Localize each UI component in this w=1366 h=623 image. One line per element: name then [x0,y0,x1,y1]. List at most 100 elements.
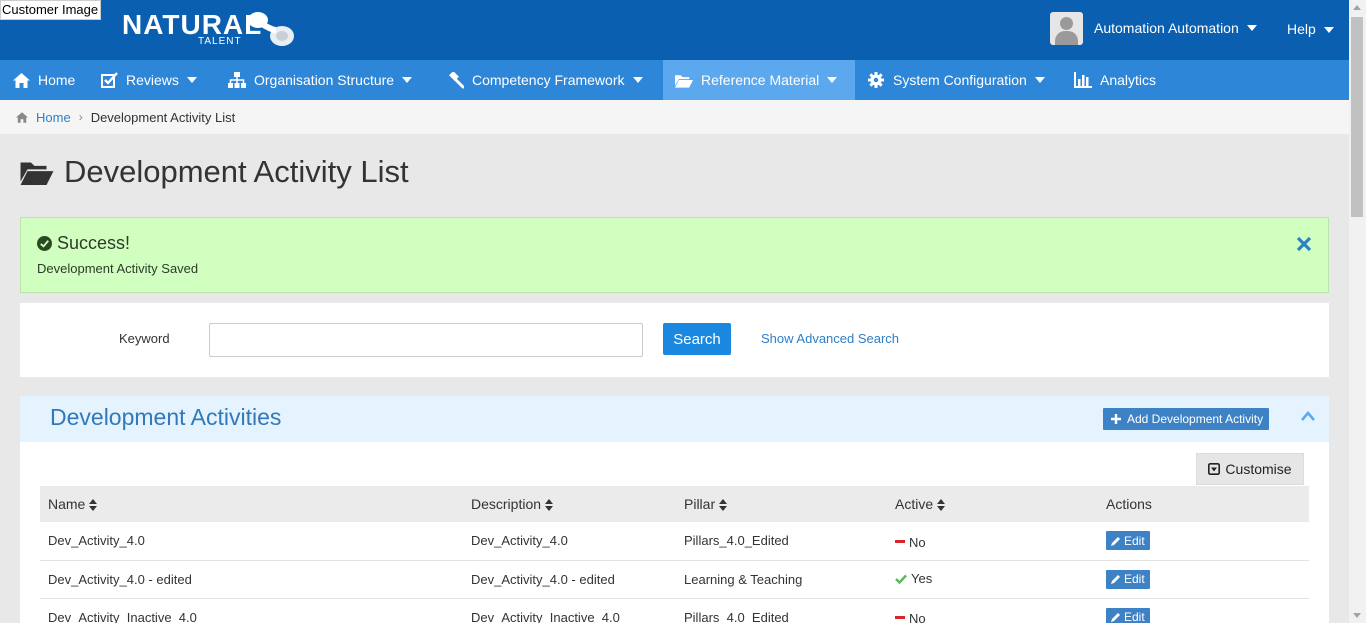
nav-item-competency-framework[interactable]: Competency Framework [434,60,663,100]
nav-label: Home [38,72,76,88]
chevron-down-icon [1034,77,1045,83]
breadcrumb: Home › Development Activity List [0,100,1349,134]
keyword-input[interactable] [209,323,643,357]
table-row: Dev_Activity_Inactive_4.0 Dev_Activity_I… [40,598,1309,623]
add-button-label: Add Development Activity [1127,412,1264,426]
logo-swirl-icon [248,12,294,46]
column-header-actions: Actions [1098,486,1309,522]
nav-label: Competency Framework [472,72,625,88]
nav-label: Analytics [1100,72,1157,88]
cell-actions: Edit [1098,522,1309,561]
logo-subtitle: TALENT [198,36,242,47]
caret-square-down-icon [1208,463,1221,475]
check-icon [895,574,907,584]
page-title-text: Development Activity List [64,154,409,189]
top-header: NATURAL TALENT Automation Automation Hel… [0,0,1349,60]
plus-icon [1111,414,1121,424]
search-panel: Keyword Search Show Advanced Search [20,303,1329,377]
add-development-activity-button[interactable]: Add Development Activity [1103,408,1270,430]
gear-icon [867,71,885,89]
customise-button[interactable]: Customise [1196,453,1304,485]
nav-item-reference-material[interactable]: Reference Material [663,60,855,100]
sort-icon [545,499,554,512]
natural-talent-logo[interactable]: NATURAL TALENT [122,8,302,52]
cell-actions: Edit [1098,598,1309,623]
cell-description: Dev_Activity_4.0 - edited [463,560,676,599]
sort-icon [89,499,98,512]
customise-label: Customise [1225,461,1292,477]
home-icon [16,111,28,123]
keyword-label: Keyword [119,331,170,346]
nav-item-reviews[interactable]: Reviews [88,60,216,100]
table-row: Dev_Activity_4.0 Dev_Activity_4.0 Pillar… [40,522,1309,561]
chevron-down-icon [402,77,413,83]
check-circle-icon [37,236,52,251]
column-header-active[interactable]: Active [887,486,1098,522]
edit-button[interactable]: Edit [1106,607,1150,623]
table-row: Dev_Activity_4.0 - edited Dev_Activity_4… [40,560,1309,599]
cell-pillar: Learning & Teaching [676,560,887,599]
nav-label: Reviews [126,72,179,88]
chevron-down-icon [632,77,643,83]
column-header-pillar[interactable]: Pillar [676,486,887,522]
nav-item-analytics[interactable]: Analytics [1062,60,1172,100]
chevron-down-icon [1246,25,1257,31]
minus-icon [895,616,905,620]
alert-title: Success! [37,233,130,254]
scroll-down-icon[interactable] [1353,613,1361,618]
minus-icon [895,540,905,543]
chevron-down-icon [186,77,197,83]
breadcrumb-separator-icon: › [78,110,83,124]
gavel-icon [446,71,464,89]
pencil-icon [1111,613,1120,622]
edit-button[interactable]: Edit [1106,531,1150,551]
sort-icon [937,499,946,512]
nav-item-organisation-structure[interactable]: Organisation Structure [216,60,434,100]
customer-image-label: Customer Image [0,0,102,20]
nav-item-system-configuration[interactable]: System Configuration [855,60,1062,100]
scrollbar-thumb[interactable] [1351,17,1363,217]
column-header-description[interactable]: Description [463,486,676,522]
column-header-name[interactable]: Name [40,486,463,522]
folder-open-icon [675,71,693,89]
avatar [1050,11,1083,45]
development-activity-table: Name Description Pillar Active Actions D… [40,486,1309,623]
alert-title-text: Success! [57,233,131,253]
user-menu[interactable]: Automation Automation [1050,11,1257,45]
development-activities-panel: Development Activities Add Development A… [20,396,1329,623]
chevron-up-icon[interactable] [1300,410,1316,422]
nav-label: Organisation Structure [254,72,395,88]
sitemap-icon [228,71,246,89]
alert-message: Development Activity Saved [37,261,199,276]
edit-button[interactable]: Edit [1106,569,1150,589]
folder-open-icon [20,162,54,185]
table-header-row: Name Description Pillar Active Actions [40,486,1309,522]
home-icon [12,71,30,89]
close-icon[interactable] [1296,236,1312,252]
panel-title: Development Activities [50,404,282,430]
cell-pillar: Pillars_4.0_Edited [676,522,887,561]
help-menu[interactable]: Help [1287,21,1334,37]
pencil-icon [1111,575,1120,584]
page-title: Development Activity List [20,150,409,194]
checkbox-icon [100,71,118,89]
cell-name: Dev_Activity_Inactive_4.0 [40,598,463,623]
chevron-down-icon [1323,27,1334,34]
panel-header: Development Activities Add Development A… [20,396,1329,442]
bar-chart-icon [1074,71,1092,89]
nav-label: System Configuration [893,72,1027,88]
success-alert: Success! Development Activity Saved [20,217,1329,293]
cell-description: Dev_Activity_4.0 [463,522,676,561]
chevron-down-icon [827,77,838,83]
main-nav: Home Reviews Organisation Structure Comp… [0,60,1349,100]
nav-item-home[interactable]: Home [0,60,88,100]
sort-icon [719,499,728,512]
cell-active: No [887,522,1098,561]
show-advanced-search-link[interactable]: Show Advanced Search [761,331,899,346]
breadcrumb-home-link[interactable]: Home [36,110,71,125]
scroll-up-icon[interactable] [1353,5,1361,10]
cell-active: Yes [887,560,1098,599]
cell-name: Dev_Activity_4.0 - edited [40,560,463,599]
page-scrollbar[interactable] [1349,0,1366,623]
search-button[interactable]: Search [663,323,731,355]
